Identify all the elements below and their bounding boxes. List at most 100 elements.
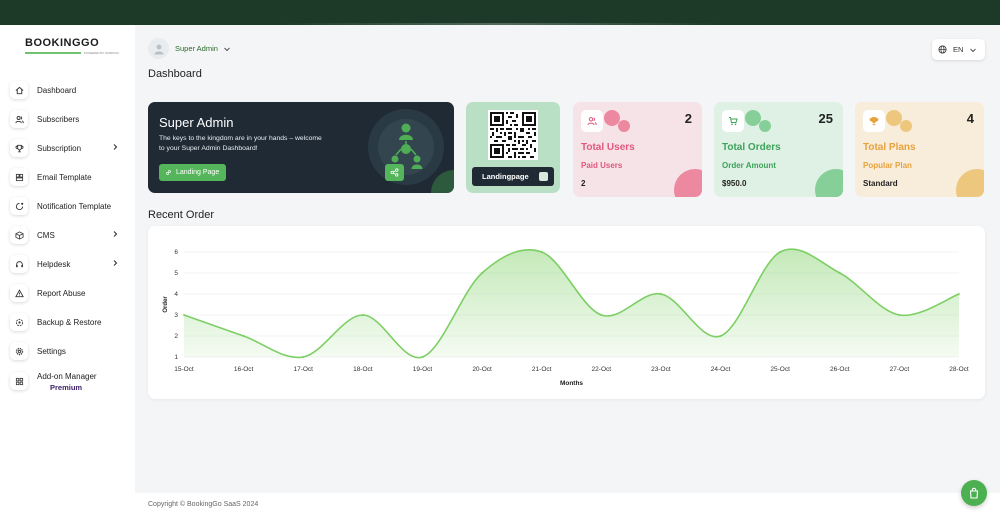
sidebar-item-report-abuse[interactable]: Report Abuse xyxy=(10,282,135,304)
app-logo[interactable]: BOOKINGGO xyxy=(25,37,99,49)
stat-sub-value: $950.0 xyxy=(722,179,747,188)
template-icon xyxy=(10,168,28,186)
data-point xyxy=(838,271,841,275)
sidebar-item-label: Email Template xyxy=(37,172,92,182)
trophy-icon xyxy=(863,110,885,132)
sidebar-item-helpdesk[interactable]: Helpdesk xyxy=(10,253,135,275)
chevron-right-icon xyxy=(113,260,118,266)
backup-icon xyxy=(10,313,28,331)
home-icon xyxy=(10,81,28,99)
hero-decoration xyxy=(431,170,454,193)
avatar xyxy=(148,38,169,59)
grid-icon xyxy=(10,372,28,390)
stat-label: Total Plans xyxy=(863,142,916,153)
y-tick-label: 6 xyxy=(174,249,178,256)
x-tick-label: 19-Oct xyxy=(413,366,433,373)
sidebar-item-subscribers[interactable]: Subscribers xyxy=(10,108,135,130)
copyright-text: Copyright © BookingGo SaaS 2024 xyxy=(148,501,259,508)
data-point xyxy=(421,355,424,359)
y-tick-label: 4 xyxy=(174,291,178,298)
card-decoration xyxy=(815,169,843,197)
sidebar-item-label: Helpdesk xyxy=(37,259,71,269)
x-tick-label: 16-Oct xyxy=(234,366,254,373)
x-tick-label: 18-Oct xyxy=(353,366,373,373)
card-decoration xyxy=(674,169,702,197)
chevron-right-icon xyxy=(113,144,118,150)
data-point xyxy=(957,292,961,296)
logo-sub: POWERED BY WORKDO xyxy=(84,51,119,55)
stat-count: 4 xyxy=(966,111,974,126)
data-point xyxy=(600,313,603,317)
data-point xyxy=(719,334,722,338)
stat-label: Total Orders xyxy=(722,142,781,153)
chevron-down-icon xyxy=(224,47,230,51)
x-tick-label: 15-Oct xyxy=(174,366,194,373)
sidebar-item-dashboard[interactable]: Dashboard xyxy=(10,79,135,101)
sidebar-item-cms[interactable]: CMS xyxy=(10,224,135,246)
welcome-card: Super Admin The keys to the kingdom are … xyxy=(148,102,454,193)
data-point xyxy=(480,271,484,275)
footer: Copyright © BookingGo SaaS 2024 xyxy=(0,493,1000,518)
data-point xyxy=(659,292,663,296)
sidebar-item-notification-template[interactable]: Notification Template xyxy=(10,195,135,217)
share-button[interactable] xyxy=(385,164,404,181)
stat-count: 25 xyxy=(818,111,833,126)
sidebar-item-email-template[interactable]: Email Template xyxy=(10,166,135,188)
user-menu[interactable]: Super Admin xyxy=(148,38,231,59)
card-decoration xyxy=(759,120,771,132)
warning-icon xyxy=(10,284,28,302)
x-tick-label: 27-Oct xyxy=(890,366,910,373)
sidebar-item-label: Subscription xyxy=(37,143,82,153)
x-tick-label: 26-Oct xyxy=(830,366,850,373)
card-decoration xyxy=(618,120,630,132)
recent-order-title: Recent Order xyxy=(148,209,215,221)
language-selector[interactable]: EN xyxy=(932,39,985,60)
stat-sub-value: 2 xyxy=(581,179,586,188)
data-point xyxy=(778,250,782,254)
headset-icon xyxy=(10,255,28,273)
recent-order-chart: 1 2 3 4 5 6 15-Oct 16-Oct 17-Oct 18-Oct 19-Oct 20-O… xyxy=(148,226,985,399)
cart-button[interactable] xyxy=(961,480,987,506)
sidebar-item-settings[interactable]: Settings xyxy=(10,340,135,362)
top-bar xyxy=(0,0,1000,25)
x-tick-label: 20-Oct xyxy=(472,366,492,373)
sidebar-item-label: CMS xyxy=(37,230,55,240)
gear-icon xyxy=(10,342,28,360)
area-chart: 1 2 3 4 5 6 15-Oct 16-Oct 17-Oct 18-Oct 19-Oct 20-O… xyxy=(163,248,969,387)
sidebar-item-label: Backup & Restore xyxy=(37,317,102,327)
x-tick-label: 24-Oct xyxy=(711,366,731,373)
globe-icon xyxy=(938,45,947,54)
landing-page-button[interactable]: Landing Page xyxy=(159,164,227,181)
data-point xyxy=(540,250,543,254)
landingpage-button[interactable]: Landingpage xyxy=(472,167,554,186)
shopping-bag-icon xyxy=(969,487,979,499)
qr-code-icon[interactable] xyxy=(488,110,538,160)
y-tick-label: 2 xyxy=(174,333,178,340)
x-tick-label: 25-Oct xyxy=(770,366,790,373)
notification-icon xyxy=(10,197,28,215)
sidebar-item-label: Notification Template xyxy=(37,201,112,211)
sidebar-item-subscription[interactable]: Subscription xyxy=(10,137,135,159)
sidebar-item-backup-restore[interactable]: Backup & Restore xyxy=(10,311,135,333)
card-decoration xyxy=(900,120,912,132)
sidebar-item-label: Dashboard xyxy=(37,85,77,95)
sidebar-item-label: Subscribers xyxy=(37,114,80,124)
stat-sub-value: Standard xyxy=(863,179,898,188)
data-point xyxy=(361,313,365,317)
box-icon xyxy=(10,226,28,244)
premium-badge: Premium xyxy=(50,383,83,392)
x-tick-label: 17-Oct xyxy=(293,366,313,373)
users-icon xyxy=(581,110,603,132)
area-fill xyxy=(184,249,959,358)
stat-sub-label: Popular Plan xyxy=(863,161,912,170)
stat-label: Total Users xyxy=(581,142,635,153)
total-orders-card: 25 Total Orders Order Amount $950.0 xyxy=(714,102,843,197)
x-tick-label: 28-Oct xyxy=(949,366,969,373)
chevron-right-icon xyxy=(113,231,118,237)
sidebar-item-label: Report Abuse xyxy=(37,288,86,298)
cart-icon xyxy=(722,110,744,132)
trophy-icon xyxy=(10,139,28,157)
total-plans-card: 4 Total Plans Popular Plan Standard xyxy=(855,102,984,197)
y-tick-label: 3 xyxy=(174,312,178,319)
landing-page-button-label: Landing Page xyxy=(176,169,220,176)
